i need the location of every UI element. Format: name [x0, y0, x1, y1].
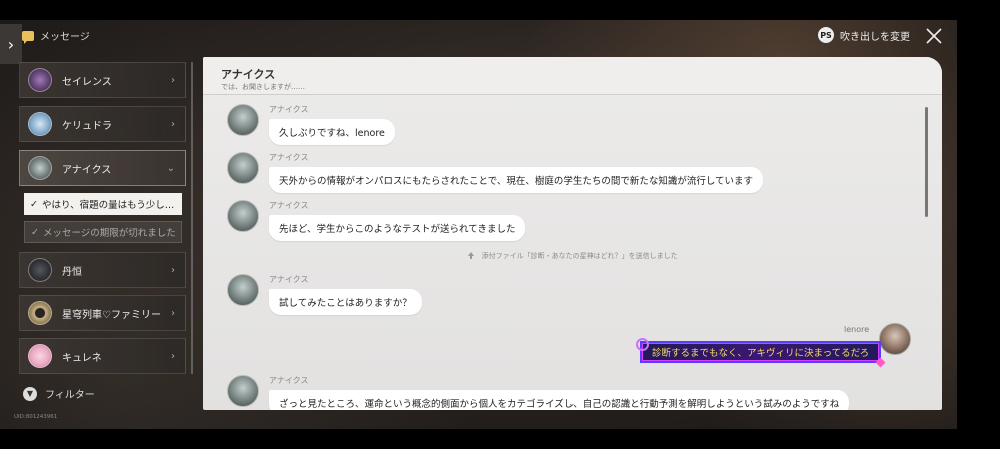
chevron-right-icon: ›	[171, 264, 175, 276]
message-row: アナイクス ざっと見たところ、運命という概念的側面から個人をカテゴライズし、自己…	[227, 375, 850, 410]
contact-name: 星穹列車♡ファミリー	[62, 309, 161, 321]
my-message-text: 診断するまでもなく、アキヴィリに決まってるだろ	[652, 348, 870, 359]
message-bubble: 先ほど、学生からこのようなテストが送られてきました	[269, 215, 526, 241]
filter-icon: ▼	[23, 386, 37, 401]
page-title: メッセージ	[22, 28, 90, 44]
message-row: アナイクス 天外からの情報がオンパロスにもたらされたことで、現在、樹庭の学生たち…	[227, 152, 764, 193]
thread-item-homework[interactable]: ✓ やはり、宿題の量はもう少し…	[24, 193, 182, 215]
chevron-down-icon[interactable]: ⌄	[568, 399, 576, 409]
avatar	[227, 375, 259, 407]
user-id: UID:801243961	[14, 414, 58, 420]
message-row: アナイクス 試してみたことはありますか？	[227, 274, 422, 315]
my-avatar	[879, 323, 911, 355]
page-title-label: メッセージ	[40, 32, 90, 43]
message-bubble: ざっと見たところ、運命という概念的側面から個人をカテゴライズし、自己の認識と行動…	[269, 390, 850, 410]
message-bubble: 試してみたことはありますか？	[269, 289, 422, 315]
message-row: アナイクス 先ほど、学生からこのようなテストが送られてきました	[227, 200, 526, 241]
upload-icon	[468, 252, 475, 259]
change-bubble-label: 吹き出しを変更	[840, 31, 910, 43]
filter-button[interactable]: ▼ フィルター	[23, 386, 95, 401]
thread-label: やはり、宿題の量はもう少し…	[41, 200, 175, 211]
contact-item-express-family[interactable]: 星穹列車♡ファミリー ›	[19, 295, 186, 331]
avatar	[28, 301, 52, 325]
chevron-right-icon: ›	[171, 350, 175, 362]
change-bubble-button[interactable]: PS 吹き出しを変更	[818, 27, 910, 43]
avatar	[28, 112, 52, 136]
system-message: 添付ファイル「診断・あなたの星神はどれ？」を送信しました	[203, 251, 942, 261]
contact-item-anaikusu[interactable]: アナイクス ⌄	[19, 150, 186, 186]
contact-name: セイレンス	[62, 76, 112, 88]
chevron-right-icon: ›	[171, 307, 175, 319]
contact-name: 丹恒	[62, 266, 82, 278]
bubble-style-icon: PS	[818, 27, 834, 43]
my-name: lenore	[844, 325, 870, 334]
thread-label: メッセージの期限が切れました	[42, 228, 176, 239]
my-message-bubble: 診断するまでもなく、アキヴィリに決まってるだろ	[635, 338, 882, 363]
message-sender: アナイクス	[269, 153, 309, 162]
message-sender: アナイクス	[269, 201, 309, 210]
avatar	[227, 200, 259, 232]
chat-panel: アナイクス では、お聞きしますが…… アナイクス 久しぶりですね、lenore …	[203, 57, 942, 410]
close-icon[interactable]	[924, 26, 944, 46]
contact-item-tankou[interactable]: 丹恒 ›	[19, 252, 186, 288]
chevron-right-icon: ›	[171, 118, 175, 130]
avatar	[227, 274, 259, 306]
system-message-text: 添付ファイル「診断・あなたの星神はどれ？」を送信しました	[481, 252, 678, 260]
avatar	[227, 152, 259, 184]
chevron-right-icon: ›	[7, 34, 15, 54]
message-icon	[22, 30, 34, 44]
message-bubble: 久しぶりですね、lenore	[269, 119, 395, 145]
check-icon: ✓	[31, 226, 39, 238]
expand-sidebar-button[interactable]: ›	[0, 24, 22, 64]
contact-name: ケリュドラ	[62, 120, 112, 132]
contact-item-seirensu[interactable]: セイレンス ›	[19, 62, 186, 98]
message-sender: アナイクス	[269, 275, 309, 284]
sidebar-scrollbar[interactable]	[191, 62, 193, 374]
chat-title: アナイクス	[221, 68, 276, 81]
message-sender: アナイクス	[269, 376, 309, 385]
contact-item-kyurene[interactable]: キュレネ ›	[19, 338, 186, 374]
message-row: アナイクス 久しぶりですね、lenore	[227, 104, 395, 145]
contact-item-keryudora[interactable]: ケリュドラ ›	[19, 106, 186, 142]
filter-label: フィルター	[45, 390, 95, 401]
avatar	[28, 68, 52, 92]
chat-subtitle: では、お聞きしますが……	[221, 83, 305, 91]
chat-header: アナイクス では、お聞きしますが……	[203, 57, 942, 95]
chat-scrollbar[interactable]	[925, 107, 928, 217]
thread-item-expired[interactable]: ✓ メッセージの期限が切れました	[24, 221, 182, 243]
contact-name: キュレネ	[62, 352, 102, 364]
avatar	[28, 258, 52, 282]
avatar	[28, 156, 52, 180]
avatar	[227, 104, 259, 136]
message-bubble: 天外からの情報がオンパロスにもたらされたことで、現在、樹庭の学生たちの間で新たな…	[269, 167, 764, 193]
avatar	[28, 344, 52, 368]
message-sender: アナイクス	[269, 105, 309, 114]
contact-name: アナイクス	[62, 164, 112, 176]
chevron-right-icon: ›	[171, 74, 175, 86]
chevron-down-icon: ⌄	[166, 162, 175, 174]
check-icon: ✓	[30, 198, 38, 210]
